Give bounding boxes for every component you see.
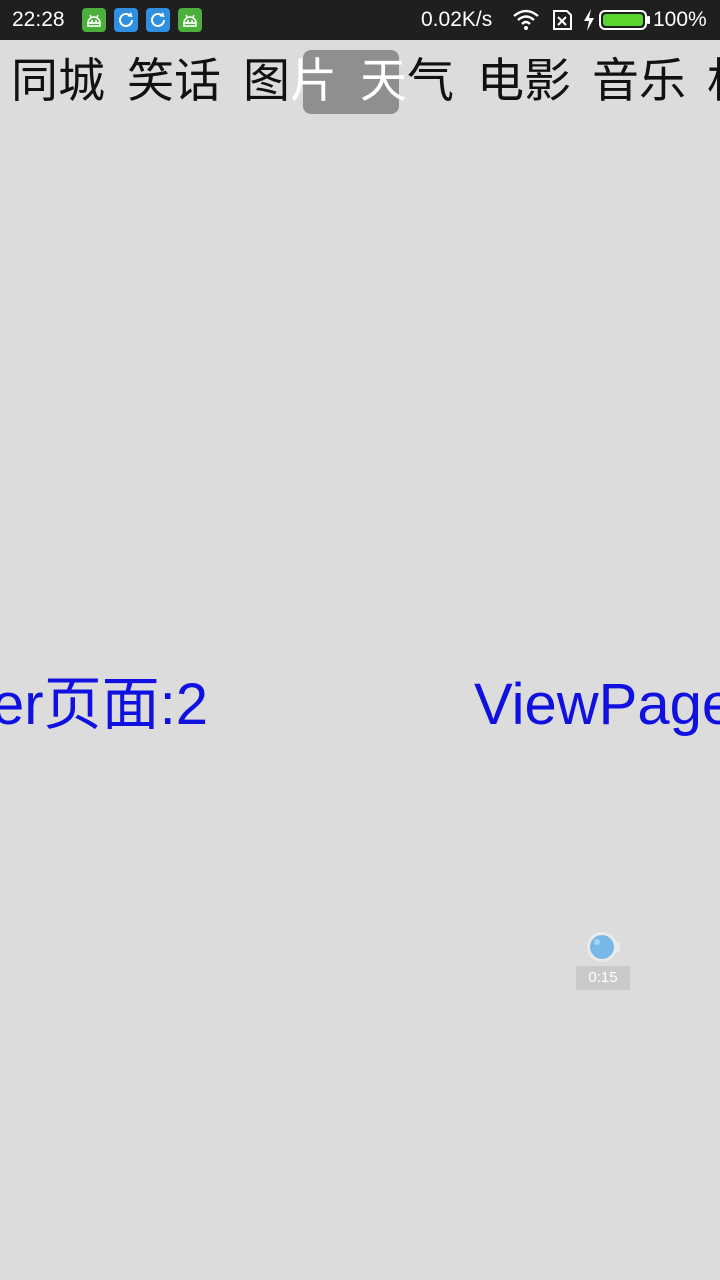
record-icon	[586, 930, 622, 968]
network-speed: 0.02K/s	[421, 8, 493, 31]
android-app-icon	[178, 8, 202, 32]
status-time: 22:28	[12, 8, 65, 31]
tab-label: 图片	[243, 54, 337, 109]
category-tab-strip[interactable]: 同城 笑话 图片 天气 电影 音乐 相	[0, 40, 720, 126]
tab-yinyue[interactable]: 音乐	[592, 54, 686, 110]
next-page-text: ViewPage	[474, 672, 720, 737]
tab-label: 天气	[360, 54, 454, 109]
tab-label: 笑话	[127, 54, 221, 109]
no-sim-icon	[550, 9, 574, 35]
wifi-icon	[512, 9, 540, 35]
tab-partial[interactable]: 相	[707, 54, 720, 110]
charging-icon	[582, 8, 596, 36]
battery-icon	[599, 10, 651, 34]
tab-label: 相	[707, 54, 720, 109]
record-timer: 0:15	[576, 966, 630, 990]
tab-label: 音乐	[592, 54, 686, 109]
tab-tianqi[interactable]: 天气	[360, 54, 454, 110]
tab-tupian[interactable]: 图片	[243, 54, 337, 110]
tab-tongcheng[interactable]: 同城	[11, 54, 105, 110]
tab-label-char: 片	[290, 54, 337, 109]
tab-label-char: 图	[243, 54, 290, 109]
tab-label-char: 气	[407, 54, 454, 109]
screen-recorder-widget[interactable]: 0:15	[576, 928, 630, 990]
previous-page-text: er页面:2	[0, 672, 208, 737]
tab-xiaohua[interactable]: 笑话	[127, 54, 221, 110]
sync-icon	[114, 8, 138, 32]
tab-label: 同城	[11, 54, 105, 109]
tab-dianying[interactable]: 电影	[477, 54, 571, 110]
status-bar: 22:28 0.02K/s 100%	[0, 0, 720, 40]
tab-label: 电影	[477, 54, 571, 109]
battery-level: 100%	[653, 8, 707, 31]
android-app-icon	[82, 8, 106, 32]
tab-label-char: 天	[360, 54, 407, 109]
sync-icon	[146, 8, 170, 32]
